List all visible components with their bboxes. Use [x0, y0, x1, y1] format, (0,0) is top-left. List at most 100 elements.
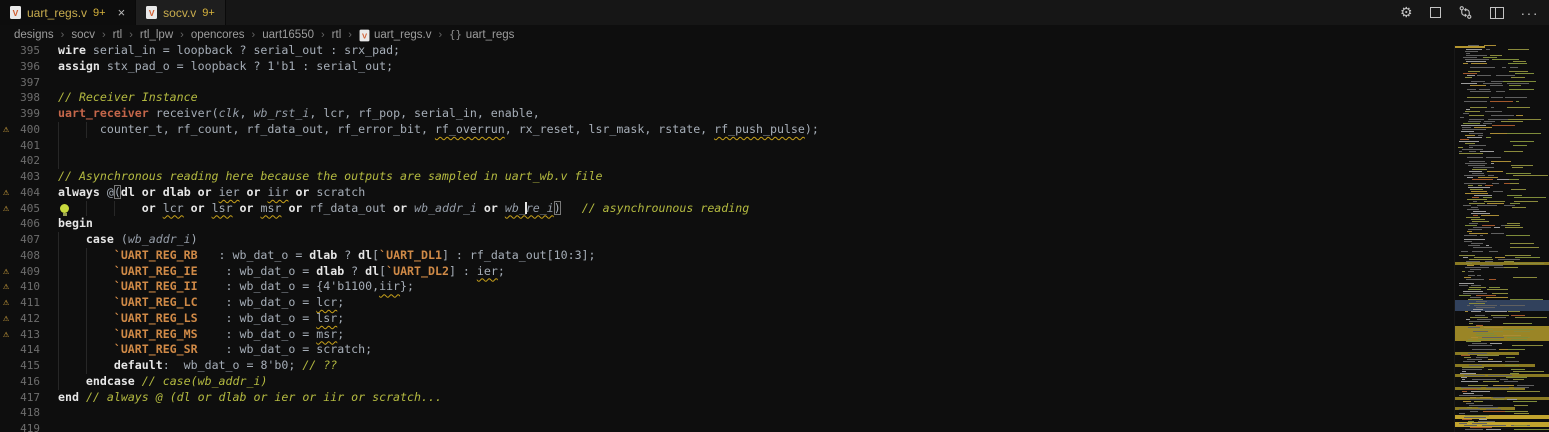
code-token: ) — [554, 201, 561, 215]
minimap-line — [1467, 305, 1470, 306]
code-token: lcr — [316, 295, 337, 309]
close-icon[interactable]: × — [118, 6, 126, 19]
code-line[interactable]: 416 endcase // case(wb_addr_i) — [0, 374, 1454, 390]
breadcrumb-label: rtl — [113, 29, 123, 41]
minimap-line — [1506, 235, 1530, 236]
code-line[interactable]: 407 case (wb_addr_i) — [0, 232, 1454, 248]
code-token: re_i — [526, 201, 554, 215]
tab-socv.v[interactable]: Vsocv.v9+ — [136, 0, 226, 25]
minimap-line — [1467, 97, 1489, 98]
code-token: // Asynchronous reading here because the… — [58, 169, 602, 183]
code-text: `UART_REG_SR : wb_dat_o = scratch; — [58, 342, 372, 358]
minimap-line — [1513, 145, 1527, 146]
minimap-line — [1468, 271, 1474, 272]
breadcrumb-item-rtl_lpw[interactable]: rtl_lpw — [140, 29, 173, 41]
compare-changes-icon[interactable] — [1458, 0, 1473, 25]
code-line[interactable]: ⚠411 `UART_REG_LC : wb_dat_o = lcr; — [0, 295, 1454, 311]
tab-uart_regs.v[interactable]: Vuart_regs.v9+× — [0, 0, 136, 25]
code-token: `UART_REG_LS — [114, 311, 198, 325]
line-number: 416 — [0, 374, 40, 390]
code-line[interactable]: 419 — [0, 421, 1454, 432]
code-token — [58, 311, 114, 325]
code-token: , rx_reset, lsr_mask, rstate, — [505, 122, 714, 136]
minimap-line — [1516, 115, 1523, 116]
line-number: 403 — [0, 169, 40, 185]
code-line[interactable]: 402 — [0, 153, 1454, 169]
minimap-line — [1504, 151, 1523, 152]
minimap-line — [1491, 161, 1512, 162]
minimap-line — [1471, 391, 1490, 392]
code-token: rf_overrun — [435, 122, 505, 136]
code-token: : wb_dat_o = — [198, 311, 317, 325]
code-line[interactable]: 398// Receiver Instance — [0, 90, 1454, 106]
breadcrumb-item-uart_regs.v[interactable]: Vuart_regs.v — [359, 29, 432, 42]
code-line[interactable]: 408 `UART_REG_RB : wb_dat_o = dlab ? dl[… — [0, 248, 1454, 264]
code-token: iir — [268, 185, 289, 199]
code-token: or — [198, 185, 212, 199]
minimap[interactable] — [1454, 45, 1549, 432]
code-line[interactable]: ⚠400 counter_t, rf_count, rf_data_out, r… — [0, 122, 1454, 138]
code-token: // case(wb_addr_i) — [142, 374, 268, 388]
breadcrumb-item-uart_regs[interactable]: {}uart_regs — [449, 29, 514, 41]
code-token: ? — [337, 248, 358, 262]
minimap-line — [1491, 107, 1494, 108]
minimap-line — [1505, 361, 1519, 362]
code-line[interactable]: 396assign stx_pad_o = loopback ? 1'b1 : … — [0, 59, 1454, 75]
code-token: ier — [219, 185, 240, 199]
minimap-line — [1486, 157, 1502, 158]
code-line[interactable]: ⚠410 `UART_REG_II : wb_dat_o = {4'b1100,… — [0, 279, 1454, 295]
breadcrumb-item-rtl[interactable]: rtl — [113, 29, 123, 41]
minimap-line — [1490, 343, 1501, 344]
code-token: uart_receiver — [58, 106, 149, 120]
breadcrumb-item-socv[interactable]: socv — [71, 29, 95, 41]
breadcrumb-item-uart16550[interactable]: uart16550 — [262, 29, 314, 41]
code-token — [58, 358, 114, 372]
minimap-line — [1483, 381, 1499, 382]
minimap-line — [1513, 175, 1548, 176]
line-number: 414 — [0, 342, 40, 358]
line-number: 399 — [0, 106, 40, 122]
code-line[interactable]: ⚠413 `UART_REG_MS : wb_dat_o = msr; — [0, 327, 1454, 343]
breadcrumb-item-opencores[interactable]: opencores — [191, 29, 245, 41]
code-token: or — [393, 201, 407, 215]
split-editor-icon[interactable] — [1490, 0, 1504, 25]
open-preview-icon[interactable] — [1430, 0, 1441, 25]
code-line[interactable]: 397 — [0, 75, 1454, 91]
breadcrumb-label: uart_regs.v — [374, 29, 432, 41]
minimap-line — [1511, 339, 1527, 340]
code-line[interactable]: 415 default: wb_dat_o = 8'b0; // ?? — [0, 358, 1454, 374]
code-text: counter_t, rf_count, rf_data_out, rf_err… — [58, 122, 819, 138]
breadcrumb-item-designs[interactable]: designs — [14, 29, 54, 41]
code-token: : wb_dat_o = scratch; — [198, 342, 373, 356]
more-actions-icon[interactable]: ··· — [1521, 0, 1540, 25]
code-line[interactable]: 395wire serial_in = loopback ? serial_ou… — [0, 45, 1454, 59]
code-text: case (wb_addr_i) — [58, 232, 198, 248]
line-number: 401 — [0, 138, 40, 154]
minimap-line — [1472, 349, 1496, 350]
line-number: 419 — [0, 421, 40, 432]
code-token: or — [142, 201, 156, 215]
code-line[interactable]: 414 `UART_REG_SR : wb_dat_o = scratch; — [0, 342, 1454, 358]
line-number: 400 — [0, 122, 40, 138]
code-editor[interactable]: 395wire serial_in = loopback ? serial_ou… — [0, 45, 1549, 432]
breadcrumb-separator: › — [129, 29, 133, 41]
settings-gear-icon[interactable]: ⚙ — [1400, 0, 1413, 25]
code-line[interactable]: 406begin — [0, 216, 1454, 232]
code-token: begin — [58, 216, 93, 230]
code-line[interactable]: ⚠404always @(dl or dlab or ier or iir or… — [0, 185, 1454, 201]
code-token — [233, 201, 240, 215]
code-line[interactable]: 417end // always @ (dl or dlab or ier or… — [0, 390, 1454, 406]
code-line[interactable]: ⚠409 `UART_REG_IE : wb_dat_o = dlab ? dl… — [0, 264, 1454, 280]
code-line[interactable]: 401 — [0, 138, 1454, 154]
code-line[interactable]: 399uart_receiver receiver(clk, wb_rst_i,… — [0, 106, 1454, 122]
code-line[interactable]: ⚠405 or lcr or lsr or msr or rf_data_out… — [0, 201, 1454, 217]
code-line[interactable]: ⚠412 `UART_REG_LS : wb_dat_o = lsr; — [0, 311, 1454, 327]
minimap-line — [1478, 361, 1502, 362]
minimap-line — [1462, 271, 1465, 272]
code-line[interactable]: 403 // Asynchronous reading here because … — [0, 169, 1454, 185]
minimap-line — [1505, 97, 1527, 98]
code-token: or — [191, 201, 205, 215]
breadcrumb-item-rtl[interactable]: rtl — [332, 29, 342, 41]
code-line[interactable]: 418 — [0, 405, 1454, 421]
minimap-line — [1505, 365, 1519, 366]
